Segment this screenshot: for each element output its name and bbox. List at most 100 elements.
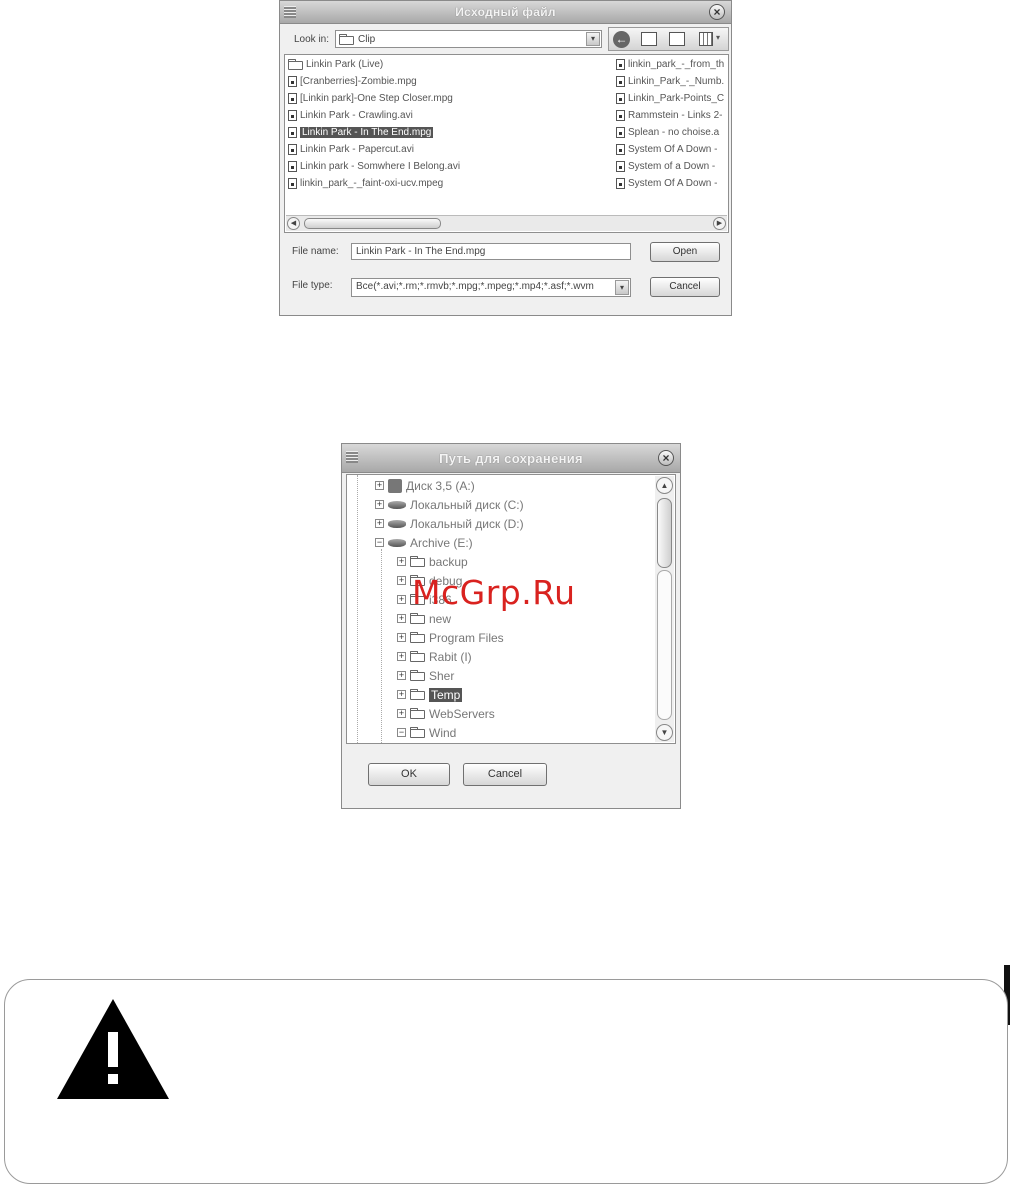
file-name-input[interactable]: Linkin Park - In The End.mpg: [351, 243, 631, 260]
tree-item-label: new: [429, 611, 452, 626]
scroll-up-icon[interactable]: ▲: [656, 477, 673, 494]
folder-icon: [288, 59, 303, 70]
file-type-value: Все(*.avi;*.rm;*.rmvb;*.mpg;*.mpeg;*.mp4…: [356, 281, 594, 292]
scroll-down-icon[interactable]: ▼: [656, 724, 673, 741]
look-in-select[interactable]: Clip ▾: [335, 30, 602, 48]
file-list-item[interactable]: [Linkin park]-One Step Closer.mpg: [288, 91, 453, 106]
folder-icon: [410, 651, 425, 662]
tree-item[interactable]: − Wind: [397, 723, 456, 742]
tree-guide-line: [357, 475, 358, 743]
horizontal-scrollbar[interactable]: ◀ ▶: [286, 215, 727, 231]
scroll-right-icon[interactable]: ▶: [713, 217, 726, 230]
file-type-select[interactable]: Все(*.avi;*.rm;*.rmvb;*.mpg;*.mpeg;*.mp4…: [351, 278, 631, 297]
cancel-button[interactable]: Cancel: [650, 277, 720, 297]
file-list-item[interactable]: Linkin_Park_-_Numb.: [616, 74, 724, 89]
view-menu-icon[interactable]: [699, 32, 713, 46]
tree-item-label: Archive (E:): [410, 535, 473, 550]
expand-icon[interactable]: +: [397, 576, 406, 585]
scroll-track[interactable]: [657, 570, 672, 720]
media-file-icon: [616, 110, 625, 121]
expand-icon[interactable]: +: [375, 519, 384, 528]
file-name-text: Linkin Park - Papercut.avi: [300, 144, 414, 155]
tree-item[interactable]: + Локальный диск (C:): [375, 495, 524, 514]
file-name-text: Rammstein - Links 2-: [628, 110, 723, 121]
expand-icon[interactable]: +: [397, 633, 406, 642]
up-folder-icon[interactable]: [641, 32, 657, 46]
close-icon[interactable]: ×: [658, 450, 674, 466]
scroll-left-icon[interactable]: ◀: [287, 217, 300, 230]
media-file-icon: [288, 110, 297, 121]
tree-item[interactable]: + Temp: [397, 685, 463, 704]
tree-item[interactable]: + backup: [397, 552, 468, 571]
tree-item[interactable]: + Rabit (I): [397, 647, 472, 666]
file-name-text: Linkin Park (Live): [306, 59, 384, 70]
tree-item[interactable]: + Sher: [397, 666, 454, 685]
file-list-item[interactable]: Linkin Park - Crawling.avi: [288, 108, 413, 123]
file-name-text: System of a Down -: [628, 161, 716, 172]
folder-icon: [410, 556, 425, 567]
open-dialog-titlebar[interactable]: Исходный файл ×: [280, 1, 731, 24]
file-list-item[interactable]: [Cranberries]-Zombie.mpg: [288, 74, 417, 89]
expand-icon[interactable]: +: [397, 557, 406, 566]
open-file-dialog: Исходный файл × Look in: Clip ▾ ← ▾ Link…: [279, 0, 732, 316]
tree-item[interactable]: + Program Files: [397, 628, 504, 647]
view-dropdown-icon[interactable]: ▾: [716, 33, 720, 42]
file-list-item[interactable]: Linkin Park - In The End.mpg: [288, 125, 434, 140]
collapse-icon[interactable]: −: [397, 728, 406, 737]
file-list-item[interactable]: Linkin Park - Papercut.avi: [288, 142, 414, 157]
expand-icon[interactable]: +: [397, 709, 406, 718]
ok-button[interactable]: OK: [368, 763, 450, 786]
expand-icon[interactable]: +: [375, 500, 384, 509]
new-folder-icon[interactable]: [669, 32, 685, 46]
expand-icon[interactable]: +: [375, 481, 384, 490]
collapse-icon[interactable]: −: [375, 538, 384, 547]
toolbar: ← ▾: [608, 27, 729, 51]
folder-icon: [410, 632, 425, 643]
file-list-item[interactable]: Linkin Park (Live): [288, 57, 383, 72]
file-list: Linkin Park (Live) [Cranberries]-Zombie.m…: [284, 54, 729, 233]
media-file-icon: [288, 161, 297, 172]
file-name-text: linkin_park_-_from_th: [628, 59, 725, 70]
close-icon[interactable]: ×: [709, 4, 725, 20]
file-list-item[interactable]: Rammstein - Links 2-: [616, 108, 722, 123]
save-dialog-titlebar[interactable]: Путь для сохранения ×: [342, 444, 680, 473]
drive-icon: [388, 500, 406, 509]
tree-item-label: Rabit (I): [429, 649, 472, 664]
file-list-item[interactable]: Linkin_Park-Points_C: [616, 91, 724, 106]
tree-item-label: Диск 3,5 (A:): [406, 478, 475, 493]
tree-item[interactable]: + WebServers: [397, 704, 495, 723]
scrollbar-thumb[interactable]: [657, 498, 672, 568]
chevron-down-icon[interactable]: ▾: [615, 280, 629, 295]
expand-icon[interactable]: +: [397, 671, 406, 680]
back-icon[interactable]: ←: [613, 31, 630, 48]
file-list-item[interactable]: linkin_park_-_faint-oxi-ucv.mpeg: [288, 176, 443, 191]
tree-item[interactable]: − Archive (E:): [375, 533, 473, 552]
cancel-button[interactable]: Cancel: [463, 763, 547, 786]
folder-icon: [410, 689, 425, 700]
file-list-item[interactable]: System Of A Down -: [616, 176, 717, 191]
tree-item[interactable]: + Локальный диск (D:): [375, 514, 524, 533]
expand-icon[interactable]: +: [397, 614, 406, 623]
expand-icon[interactable]: +: [397, 652, 406, 661]
media-file-icon: [616, 93, 625, 104]
media-file-icon: [288, 93, 297, 104]
tree-item-label: Temp: [429, 687, 463, 702]
expand-icon[interactable]: +: [397, 690, 406, 699]
vertical-scrollbar[interactable]: ▲ ▼: [655, 476, 674, 742]
file-name-text: Linkin_Park-Points_C: [628, 93, 725, 104]
expand-icon[interactable]: +: [397, 595, 406, 604]
tree-item[interactable]: + Диск 3,5 (A:): [375, 476, 475, 495]
file-list-item[interactable]: linkin_park_-_from_th: [616, 57, 724, 72]
file-name-text: [Linkin park]-One Step Closer.mpg: [300, 93, 453, 104]
chevron-down-icon[interactable]: ▾: [586, 32, 600, 46]
open-button[interactable]: Open: [650, 242, 720, 262]
file-list-item[interactable]: Splean - no choise.a: [616, 125, 719, 140]
file-list-item[interactable]: System Of A Down -: [616, 142, 717, 157]
scrollbar-thumb[interactable]: [304, 218, 441, 229]
file-list-item[interactable]: Linkin park - Somwhere I Belong.avi: [288, 159, 460, 174]
file-name-text: Linkin Park - In The End.mpg: [300, 127, 434, 138]
file-list-item[interactable]: System of a Down -: [616, 159, 715, 174]
file-name-text: Linkin park - Somwhere I Belong.avi: [300, 161, 461, 172]
warning-box: [4, 979, 1008, 1184]
media-file-icon: [616, 76, 625, 87]
